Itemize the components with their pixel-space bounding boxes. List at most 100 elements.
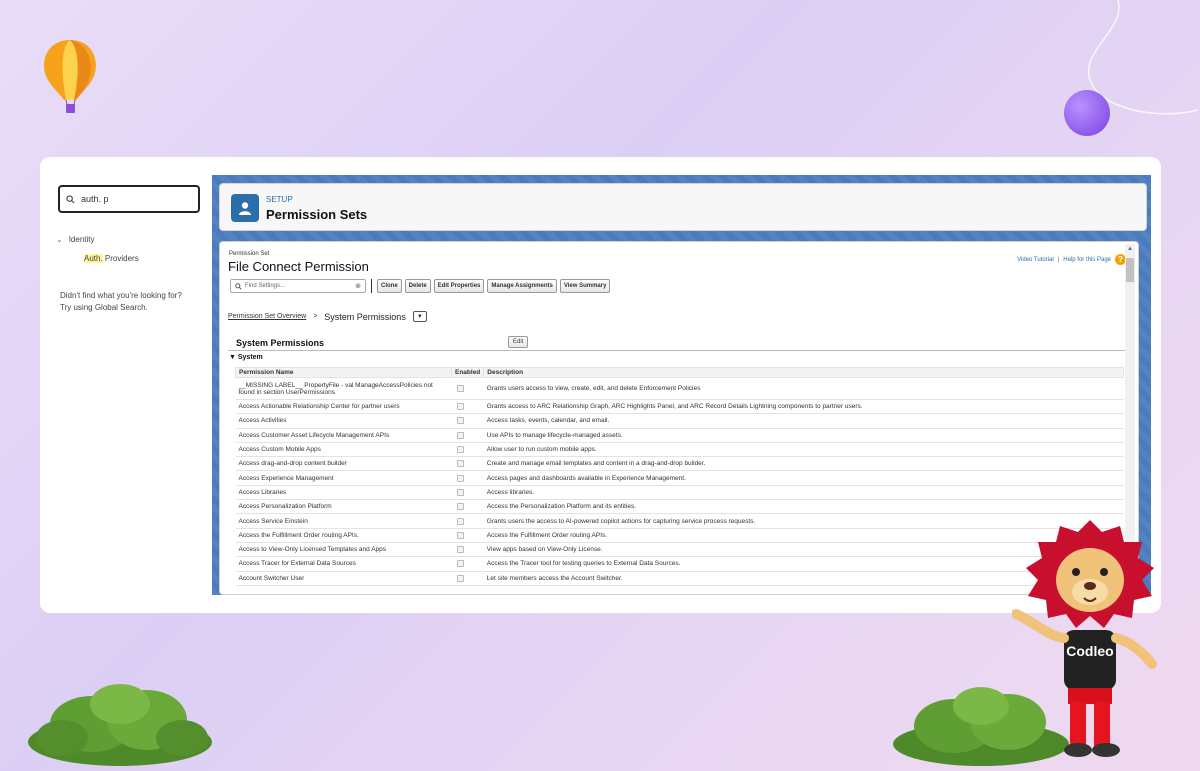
enabled-cell bbox=[451, 556, 484, 572]
description-cell: Create and manage email templates and co… bbox=[483, 456, 1124, 472]
enabled-checkbox[interactable] bbox=[456, 446, 464, 454]
enabled-checkbox[interactable] bbox=[456, 460, 464, 468]
table-row: Access Experience Management Access pages… bbox=[235, 470, 1124, 486]
quick-find-input[interactable]: auth. p bbox=[58, 185, 200, 213]
permission-name-cell: Access Personalization Platform bbox=[235, 499, 452, 515]
system-group-toggle[interactable]: ▼ System bbox=[229, 354, 263, 361]
find-settings-placeholder: Find Settings... bbox=[245, 283, 286, 289]
tree-item-auth-providers[interactable]: Auth. Providers bbox=[84, 254, 139, 263]
not-found-message: Didn't find what you're looking for? Try… bbox=[60, 290, 182, 314]
enabled-checkbox[interactable] bbox=[456, 574, 464, 582]
help-page-link[interactable]: Help for this Page bbox=[1063, 257, 1111, 263]
table-row: Access Activities Access tasks, events, c… bbox=[235, 413, 1124, 429]
scrollbar-thumb[interactable] bbox=[1126, 258, 1134, 282]
permission-set-name: File Connect Permission bbox=[228, 259, 369, 274]
column-enabled: Enabled bbox=[450, 367, 485, 378]
permission-name-cell: Access Activities bbox=[235, 413, 452, 429]
permissions-table-body: __MISSING LABEL__ PropertyFile - val Man… bbox=[235, 377, 1124, 586]
table-row: Access Libraries Access libraries. bbox=[235, 485, 1124, 501]
scroll-up-icon[interactable]: ▲ bbox=[1127, 246, 1133, 252]
not-found-line1: Didn't find what you're looking for? bbox=[60, 291, 182, 300]
enabled-checkbox[interactable] bbox=[456, 417, 464, 425]
description-cell: Use APIs to manage lifecycle-managed ass… bbox=[483, 428, 1124, 443]
manage-assignments-button[interactable]: Manage Assignments bbox=[487, 279, 557, 293]
enabled-checkbox[interactable] bbox=[456, 560, 464, 568]
tree-item-label: Identity bbox=[68, 235, 95, 244]
description-cell: Access the Personalization Platform and … bbox=[483, 499, 1124, 515]
find-settings-input[interactable]: Find Settings... ⊗ bbox=[230, 279, 366, 293]
table-row: Access Service Einstein Grants users the … bbox=[235, 513, 1124, 529]
clear-icon[interactable]: ⊗ bbox=[355, 282, 361, 290]
bush-left-illustration bbox=[28, 684, 212, 766]
edit-button[interactable]: Edit bbox=[508, 336, 529, 348]
enabled-checkbox[interactable] bbox=[456, 531, 464, 539]
toolbar: Find Settings... ⊗ Clone Delete Edit Pro… bbox=[230, 279, 611, 293]
setup-sidebar: auth. p ⌄ Identity Auth. Providers Didn't… bbox=[40, 175, 212, 595]
description-cell: Access tasks, events, calendar, and emai… bbox=[483, 413, 1124, 429]
permission-name-cell: __MISSING LABEL__ PropertyFile - val Man… bbox=[235, 377, 452, 400]
description-cell: Grants access to ARC Relationship Graph,… bbox=[483, 399, 1124, 415]
enabled-checkbox[interactable] bbox=[456, 488, 464, 496]
edit-properties-button[interactable]: Edit Properties bbox=[433, 279, 485, 293]
decorative-orb bbox=[1064, 90, 1110, 136]
tree-item-identity[interactable]: ⌄ Identity bbox=[56, 235, 139, 244]
setup-label: SETUP bbox=[266, 195, 293, 204]
page-title: Permission Sets bbox=[266, 207, 368, 222]
permission-set-overview-link[interactable]: Permission Set Overview bbox=[228, 313, 306, 320]
permission-name-cell: Access drag-and-drop content builder bbox=[235, 456, 452, 472]
screenshot-card: auth. p ⌄ Identity Auth. Providers Didn't… bbox=[40, 157, 1161, 613]
quick-find-value: auth. p bbox=[81, 194, 109, 204]
search-icon bbox=[235, 282, 242, 290]
search-icon bbox=[66, 194, 75, 203]
column-description: Description bbox=[483, 367, 1124, 378]
enabled-cell bbox=[451, 470, 484, 486]
system-group-label: System bbox=[237, 354, 263, 361]
table-row: Access Customer Asset Lifecycle Manageme… bbox=[235, 428, 1124, 443]
permission-name-cell: Access Service Einstein bbox=[235, 513, 452, 529]
description-cell: Access libraries. bbox=[483, 485, 1124, 501]
enabled-cell bbox=[451, 513, 484, 529]
video-tutorial-link[interactable]: Video Tutorial bbox=[1017, 257, 1054, 263]
description-cell: Allow user to run custom mobile apps. bbox=[483, 442, 1124, 458]
enabled-checkbox[interactable] bbox=[456, 403, 464, 411]
enabled-checkbox[interactable] bbox=[456, 503, 464, 511]
enabled-cell bbox=[451, 413, 484, 429]
permission-name-cell: Account Switcher User bbox=[235, 571, 452, 586]
delete-button[interactable]: Delete bbox=[404, 279, 431, 293]
table-row: Access Actionable Relationship Center fo… bbox=[235, 399, 1124, 415]
tree-item-label: Providers bbox=[102, 254, 139, 263]
page-header: SETUP Permission Sets bbox=[219, 183, 1147, 231]
permission-name-cell: Access Experience Management bbox=[235, 470, 452, 486]
enabled-checkbox[interactable] bbox=[456, 474, 464, 482]
permission-name-cell: Access Custom Mobile Apps bbox=[235, 442, 452, 458]
section-title: System Permissions bbox=[236, 338, 325, 348]
toolbar-divider bbox=[371, 279, 372, 293]
view-summary-button[interactable]: View Summary bbox=[559, 279, 611, 293]
table-row: Access to View-Only Licensed Templates a… bbox=[235, 542, 1124, 558]
description-cell: Access pages and dashboards available in… bbox=[483, 470, 1124, 486]
table-row: Account Switcher User Let site members ac… bbox=[235, 571, 1124, 586]
hot-air-balloon-illustration bbox=[44, 40, 96, 113]
chevron-down-icon[interactable]: ▼ bbox=[412, 311, 427, 322]
breadcrumb-current: System Permissions bbox=[324, 311, 406, 322]
column-permission-name: Permission Name bbox=[235, 367, 452, 378]
enabled-cell bbox=[451, 542, 484, 558]
enabled-checkbox[interactable] bbox=[456, 517, 464, 525]
section-divider bbox=[228, 350, 1125, 351]
clone-button[interactable]: Clone bbox=[377, 279, 402, 293]
enabled-checkbox[interactable] bbox=[456, 546, 464, 554]
enabled-cell bbox=[451, 499, 484, 515]
description-cell: Grants users access to view, create, edi… bbox=[483, 377, 1124, 400]
enabled-checkbox[interactable] bbox=[456, 431, 464, 439]
enabled-cell bbox=[451, 428, 484, 443]
enabled-cell bbox=[451, 571, 484, 586]
setup-tree: ⌄ Identity Auth. Providers bbox=[56, 235, 139, 263]
enabled-cell bbox=[451, 442, 484, 458]
enabled-cell bbox=[451, 485, 484, 501]
enabled-checkbox[interactable] bbox=[456, 385, 464, 392]
table-row: Access drag-and-drop content builder Crea… bbox=[235, 456, 1124, 472]
breadcrumb-separator: > bbox=[313, 313, 318, 320]
setup-main: SETUP Permission Sets Permission Set Fil… bbox=[212, 175, 1151, 595]
table-header-row: Permission Name Enabled Description bbox=[235, 367, 1124, 378]
enabled-cell bbox=[451, 456, 484, 472]
